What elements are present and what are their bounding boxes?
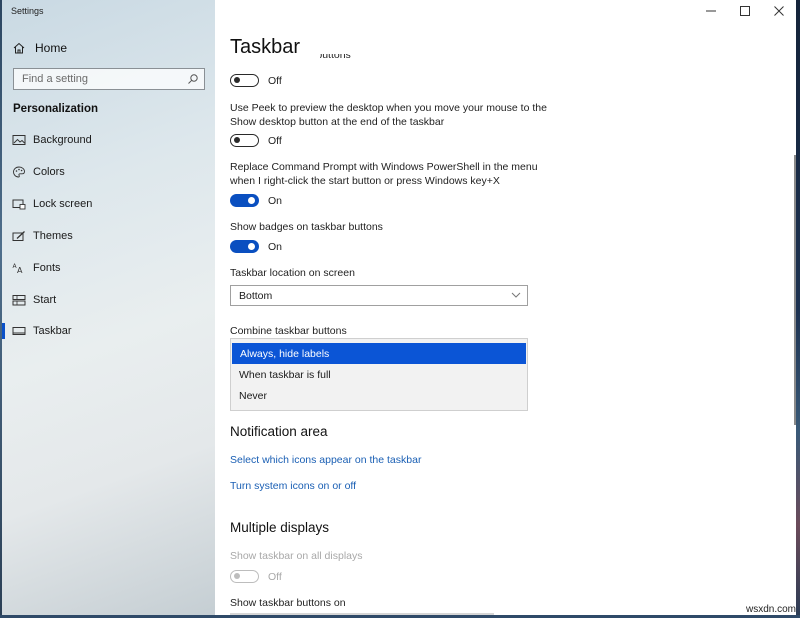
maximize-button[interactable] bbox=[728, 0, 762, 22]
powershell-toggle-row[interactable]: On bbox=[230, 194, 282, 207]
sidebar-home-label: Home bbox=[35, 41, 68, 55]
taskbar-location-select[interactable]: Bottom bbox=[230, 285, 528, 306]
picture-icon bbox=[12, 135, 26, 145]
minimize-icon bbox=[706, 10, 716, 12]
sidebar-item-label: Themes bbox=[33, 230, 73, 242]
badges-toggle[interactable] bbox=[230, 240, 259, 253]
all-displays-toggle bbox=[230, 570, 259, 583]
page-title: Taskbar bbox=[230, 36, 321, 59]
desktop-background-right bbox=[796, 0, 800, 618]
taskbar-location-value: Bottom bbox=[239, 289, 273, 302]
setting-label-powershell: Replace Command Prompt with Windows Powe… bbox=[230, 161, 538, 187]
sidebar-item-themes[interactable]: Themes bbox=[2, 224, 215, 248]
setting-label-badges: Show badges on taskbar buttons bbox=[230, 221, 383, 233]
toggle-state: On bbox=[268, 240, 283, 253]
settings-window: Settings Home Personalization Background bbox=[2, 0, 796, 615]
sidebar-item-label: Fonts bbox=[33, 262, 61, 274]
heading-multiple-displays: Multiple displays bbox=[230, 520, 330, 535]
sidebar-item-background[interactable]: Background bbox=[2, 128, 215, 152]
sidebar-item-label: Taskbar bbox=[33, 325, 72, 337]
app-title: Settings bbox=[11, 6, 44, 16]
minimize-button[interactable] bbox=[694, 0, 728, 22]
link-system-icons[interactable]: Turn system icons on or off bbox=[230, 480, 356, 492]
search-box[interactable] bbox=[13, 68, 205, 90]
section-label-personalization: Personalization bbox=[13, 103, 98, 115]
maximize-icon bbox=[740, 6, 750, 16]
lock-screen-icon bbox=[12, 199, 26, 210]
titlebar-controls bbox=[694, 0, 796, 22]
setting-label-peek: Use Peek to preview the desktop when you… bbox=[230, 102, 547, 128]
fonts-icon: A A bbox=[13, 263, 24, 274]
toggle-state: On bbox=[268, 194, 283, 207]
sidebar-item-start[interactable]: Start bbox=[2, 288, 215, 312]
sidebar-item-label: Colors bbox=[33, 166, 65, 178]
badges-toggle-row[interactable]: On bbox=[230, 240, 282, 253]
small-buttons-toggle-row[interactable]: Off bbox=[230, 74, 282, 87]
svg-text:A: A bbox=[17, 266, 23, 274]
chevron-down-icon bbox=[511, 292, 521, 298]
close-button[interactable] bbox=[762, 0, 796, 22]
toggle-state: Off bbox=[268, 570, 282, 583]
setting-label-all-displays: Show taskbar on all displays bbox=[230, 550, 363, 562]
combine-option-when-full[interactable]: When taskbar is full bbox=[231, 364, 527, 385]
powershell-toggle[interactable] bbox=[230, 194, 259, 207]
sidebar-item-label: Lock screen bbox=[33, 198, 93, 210]
combine-option-never[interactable]: Never bbox=[231, 385, 527, 406]
setting-label-combine: Combine taskbar buttons bbox=[230, 325, 347, 337]
taskbar-icon bbox=[12, 327, 26, 335]
toggle-state: Off bbox=[268, 134, 282, 147]
combine-option-always[interactable]: Always, hide labels bbox=[232, 343, 526, 364]
peek-toggle[interactable] bbox=[230, 134, 259, 147]
sidebar-item-label: Start bbox=[33, 294, 57, 306]
sidebar-item-taskbar[interactable]: Taskbar bbox=[2, 319, 215, 343]
close-icon bbox=[774, 6, 784, 16]
sidebar-item-fonts[interactable]: A A Fonts bbox=[2, 256, 215, 280]
themes-icon bbox=[12, 231, 25, 241]
palette-icon bbox=[13, 166, 25, 178]
watermark: wsxdn.com bbox=[745, 604, 796, 615]
start-icon bbox=[12, 295, 26, 306]
sidebar-item-colors[interactable]: Colors bbox=[2, 160, 215, 184]
home-icon bbox=[13, 42, 25, 54]
sidebar-item-label: Background bbox=[33, 134, 92, 146]
heading-notification-area: Notification area bbox=[230, 424, 328, 439]
small-buttons-toggle[interactable] bbox=[230, 74, 259, 87]
link-select-icons[interactable]: Select which icons appear on the taskbar bbox=[230, 454, 421, 466]
search-icon[interactable] bbox=[187, 73, 199, 85]
sidebar: Settings Home Personalization Background bbox=[2, 0, 215, 615]
combine-buttons-dropdown[interactable]: Always, hide labels When taskbar is full… bbox=[230, 338, 528, 411]
main-content: Taskbar Use small taskbar buttons Off Us… bbox=[215, 0, 796, 615]
peek-toggle-row[interactable]: Off bbox=[230, 134, 282, 147]
search-input[interactable] bbox=[22, 73, 187, 85]
toggle-state: Off bbox=[268, 74, 282, 87]
setting-label-buttons-on: Show taskbar buttons on bbox=[230, 597, 346, 609]
setting-label-location: Taskbar location on screen bbox=[230, 267, 355, 279]
all-displays-toggle-row: Off bbox=[230, 570, 282, 583]
sidebar-home[interactable]: Home bbox=[12, 38, 67, 58]
sidebar-item-lock-screen[interactable]: Lock screen bbox=[2, 192, 215, 216]
